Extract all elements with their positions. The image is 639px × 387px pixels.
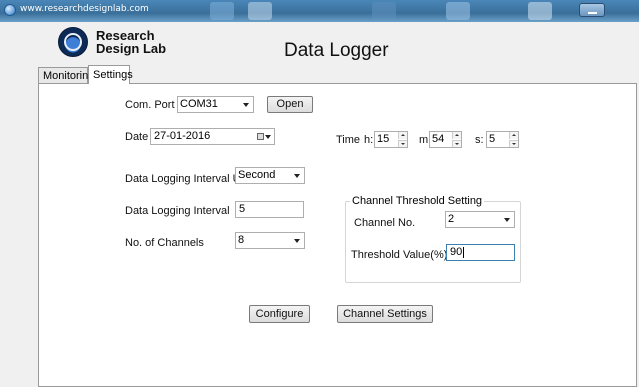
- channel-threshold-group: Channel Threshold Setting Channel No. 2 …: [345, 195, 521, 283]
- rdl-logo-icon: [58, 27, 88, 57]
- chevron-down-icon: [294, 174, 300, 178]
- interval-unit-value: Second: [238, 169, 276, 181]
- spin-down-icon[interactable]: [452, 140, 461, 147]
- hour-spinner[interactable]: 15: [374, 131, 408, 148]
- date-picker[interactable]: 27-01-2016: [150, 128, 275, 145]
- chevron-down-icon: [265, 135, 271, 139]
- date-value: 27-01-2016: [154, 130, 211, 142]
- threshold-value: 90: [450, 246, 463, 258]
- page-title: Data Logger: [284, 40, 389, 61]
- minute-value: 54: [432, 133, 445, 145]
- interval-unit-select[interactable]: Second: [235, 167, 305, 184]
- time-label: Time: [336, 134, 361, 146]
- second-value: 5: [489, 133, 496, 145]
- tab-monitoring[interactable]: Monitoring: [38, 67, 94, 83]
- hour-label: h:: [364, 134, 374, 146]
- chevron-down-icon: [504, 218, 510, 222]
- taskbar-thumb-icon: [210, 2, 234, 20]
- channels-value: 8: [238, 234, 245, 246]
- channel-no-select[interactable]: 2: [445, 211, 515, 228]
- spin-up-icon[interactable]: [452, 132, 461, 139]
- open-button[interactable]: Open: [267, 96, 313, 113]
- spin-up-icon[interactable]: [509, 132, 518, 139]
- channels-select[interactable]: 8: [235, 232, 305, 249]
- taskbar-thumb-icon: [528, 2, 552, 20]
- channels-label: No. of Channels: [125, 237, 204, 249]
- interval-input[interactable]: 5: [235, 201, 304, 218]
- date-label: Date: [125, 131, 149, 143]
- spin-down-icon[interactable]: [398, 140, 407, 147]
- channel-settings-button[interactable]: Channel Settings: [337, 305, 433, 323]
- taskbar-thumb-icon: [372, 2, 396, 20]
- interval-unit-label: Data Logging Interval Unit: [125, 173, 253, 185]
- minimize-button[interactable]: [579, 3, 605, 17]
- second-spinner[interactable]: 5: [486, 131, 519, 148]
- taskbar-thumb-icon: [248, 2, 272, 20]
- configure-button[interactable]: Configure: [249, 305, 310, 323]
- threshold-value-label: Threshold Value(%): [351, 249, 448, 261]
- globe-icon: [4, 4, 16, 16]
- spin-up-icon[interactable]: [398, 132, 407, 139]
- taskbar-thumb-icon: [446, 2, 470, 20]
- hour-value: 15: [377, 133, 390, 145]
- titlebar-url: www.researchdesignlab.com: [20, 4, 149, 14]
- chevron-down-icon: [243, 103, 249, 107]
- minute-spinner[interactable]: 54: [429, 131, 462, 148]
- com-port-select[interactable]: COM31: [177, 96, 254, 113]
- tab-settings[interactable]: Settings: [88, 65, 133, 84]
- brand-name: Research Design Lab: [96, 29, 166, 55]
- spin-down-icon[interactable]: [509, 140, 518, 147]
- channel-no-value: 2: [448, 213, 455, 225]
- calendar-icon: [257, 133, 264, 140]
- interval-label: Data Logging Interval: [125, 205, 230, 217]
- brand-line-2: Design Lab: [96, 41, 167, 56]
- com-port-label: Com. Port: [125, 99, 175, 111]
- settings-panel: Com. Port COM31 Open Date 27-01-2016 Tim…: [38, 83, 637, 387]
- chevron-down-icon: [294, 239, 300, 243]
- com-port-value: COM31: [180, 98, 218, 110]
- text-caret: [463, 246, 465, 258]
- second-label: s:: [475, 134, 484, 146]
- channel-threshold-group-label: Channel Threshold Setting: [350, 195, 485, 207]
- browser-titlebar: www.researchdesignlab.com: [0, 0, 639, 22]
- channel-no-label: Channel No.: [354, 217, 416, 229]
- threshold-value-input[interactable]: 90: [446, 244, 515, 261]
- app-window: Research Design Lab Data Logger Monitori…: [0, 22, 639, 387]
